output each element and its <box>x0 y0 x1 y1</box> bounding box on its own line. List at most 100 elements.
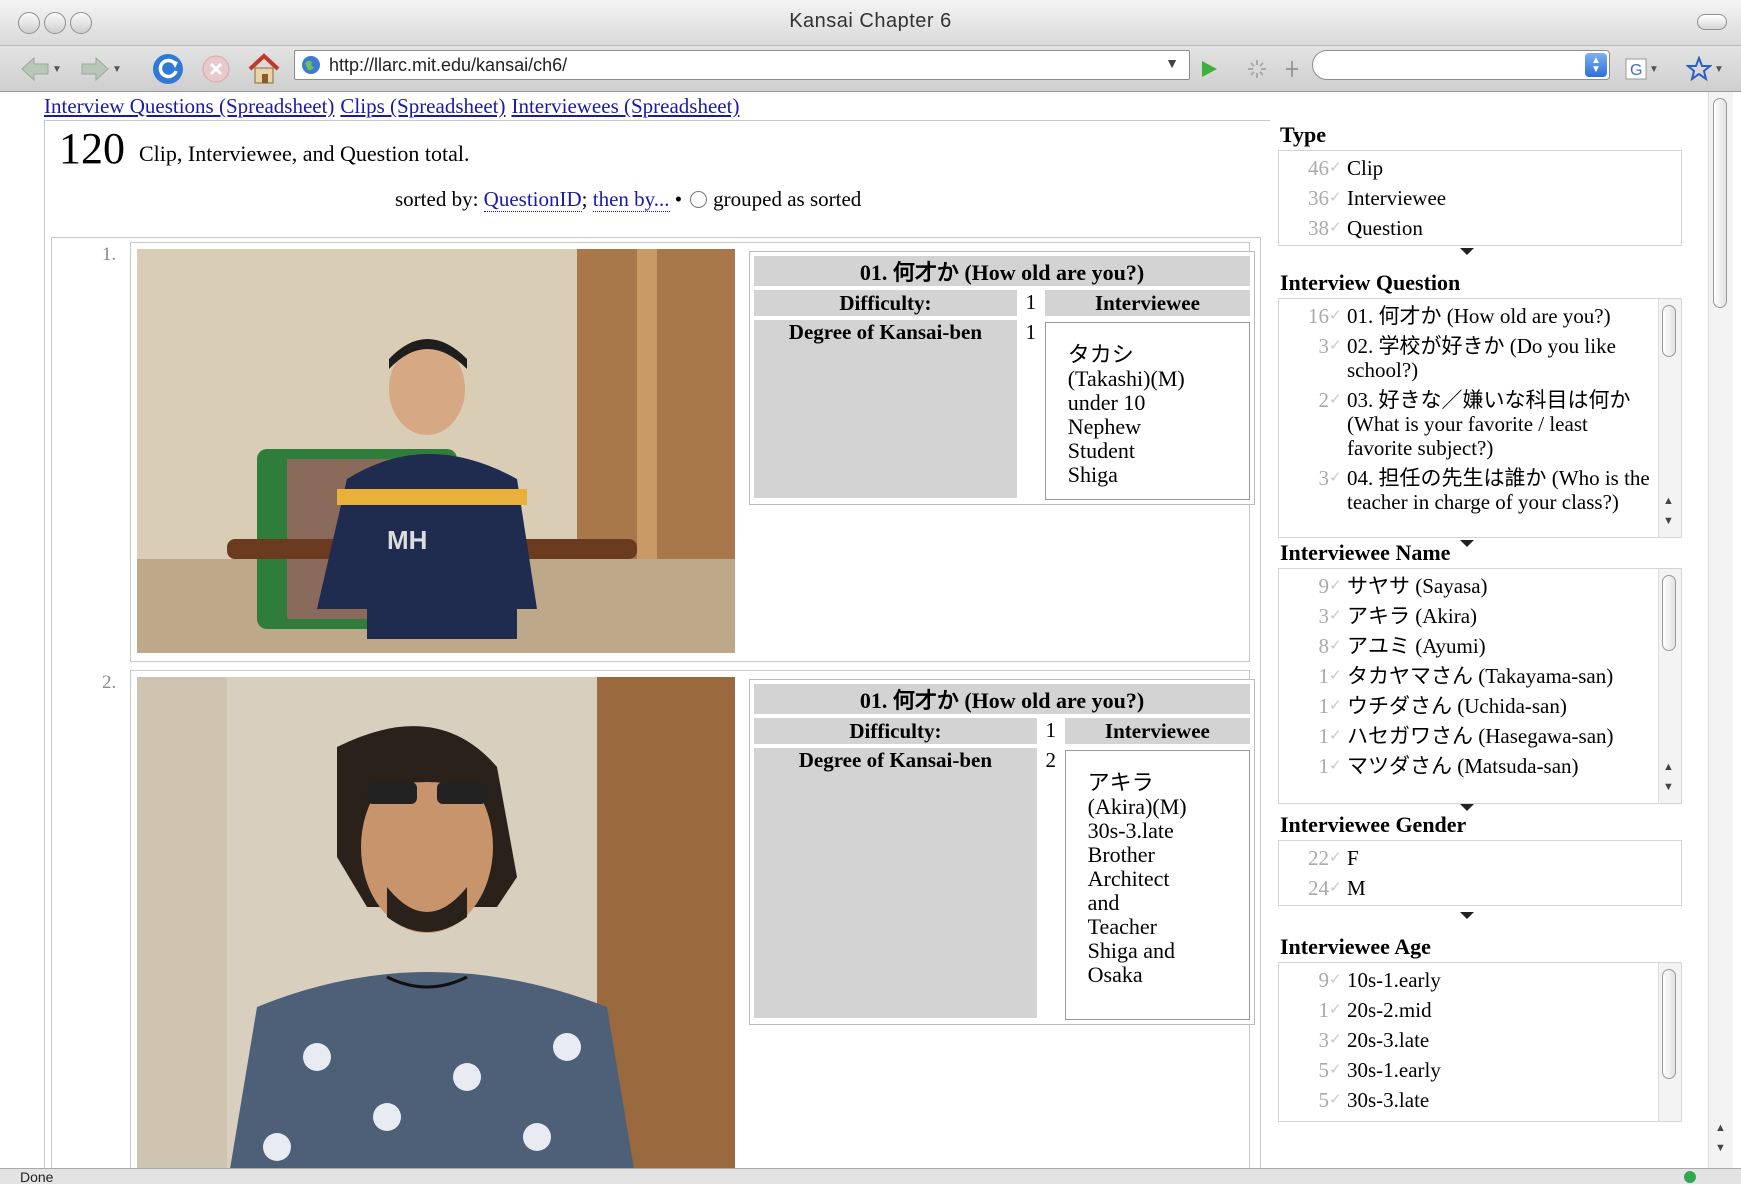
scroll-up-icon[interactable]: ▲ <box>1663 495 1674 507</box>
bookmark-button[interactable]: ▼ <box>1680 52 1730 86</box>
facet-value-interviewee[interactable]: 36 ✓ Interviewee <box>1279 183 1681 213</box>
clip-info-table: 01. 何才か (How old are you?) Difficulty: 1… <box>749 251 1255 505</box>
facet-resize-caret-icon[interactable] <box>1460 912 1474 919</box>
facet-label: 30s-1.early <box>1347 1058 1441 1082</box>
facet-scrollbar[interactable]: ▲ ▼ <box>1658 299 1681 537</box>
facet-label: サヤサ (Sayasa) <box>1347 574 1488 598</box>
facet-count: 1 <box>1318 664 1330 688</box>
interviewee-details[interactable]: アキラ (Akira)(M) 30s-3.late Brother Archit… <box>1064 750 1250 1020</box>
facet-label: 04. 担任の先生は誰か (Who is the teacher in char… <box>1347 466 1650 514</box>
home-button[interactable] <box>246 52 282 86</box>
reload-button[interactable] <box>150 52 186 86</box>
facet-resize-caret-icon[interactable] <box>1460 248 1474 255</box>
facet-label: ハセガワさん (Hasegawa-san) <box>1347 724 1614 748</box>
go-button[interactable] <box>1196 52 1222 86</box>
interview-questions-link[interactable]: Interview Questions (Spreadsheet) <box>44 94 334 118</box>
scroll-up-icon[interactable]: ▲ <box>1663 761 1674 773</box>
forward-button[interactable]: ▼ <box>76 52 126 86</box>
clips-link[interactable]: Clips (Spreadsheet) <box>340 94 505 118</box>
scroll-thumb[interactable] <box>1662 969 1676 1079</box>
facet-count: 1 <box>1318 694 1330 718</box>
interviewee-header: Interviewee <box>1064 718 1250 744</box>
check-icon: ✓ <box>1329 392 1342 408</box>
facet-value[interactable]: 5 ✓ 30s-3.late <box>1279 1085 1681 1115</box>
facet-value-question[interactable]: 38 ✓ Question <box>1279 213 1681 243</box>
facet-scrollbar[interactable] <box>1658 963 1681 1121</box>
facet-value-male[interactable]: 24 ✓ M <box>1279 873 1681 903</box>
facet-value[interactable]: 1 ✓ タカヤマさん (Takayama-san) <box>1279 661 1681 691</box>
interviewee-line: Osaka <box>1087 962 1143 987</box>
search-engine-stepper-icon[interactable]: ▲ ▼ <box>1585 53 1607 77</box>
item-number: 2. <box>102 672 117 693</box>
window-titlebar: Kansai Chapter 6 <box>0 0 1741 46</box>
difficulty-label: Difficulty: <box>754 290 1017 316</box>
facet-value[interactable]: 1 ✓ ハセガワさん (Hasegawa-san) <box>1279 721 1681 751</box>
facet-scrollbar[interactable]: ▲ ▼ <box>1658 569 1681 803</box>
facet-title: Interviewee Name <box>1280 540 1451 565</box>
search-input[interactable]: ▲ ▼ <box>1312 50 1610 80</box>
facet-value[interactable]: 1 ✓ マツダさん (Matsuda-san) <box>1279 751 1681 781</box>
toolbar-toggle-icon[interactable] <box>1697 14 1727 30</box>
page-scrollbar[interactable]: ▲ ▼ <box>1708 92 1733 1168</box>
search-engine-button[interactable]: G ▼ <box>1622 52 1662 86</box>
url-text[interactable]: http://llarc.mit.edu/kansai/ch6/ <box>329 55 1165 76</box>
grouped-label: grouped as sorted <box>713 187 862 211</box>
home-icon <box>248 53 280 84</box>
check-icon: ✓ <box>1329 758 1342 774</box>
facet-value[interactable]: 1 ✓ 20s-2.mid <box>1279 995 1681 1025</box>
scroll-thumb[interactable] <box>1662 305 1676 357</box>
interviewee-line: Teacher <box>1087 914 1157 939</box>
facet-label: 30s-3.late <box>1347 1088 1430 1112</box>
check-icon: ✓ <box>1329 470 1342 486</box>
interviewees-link[interactable]: Interviewees (Spreadsheet) <box>511 94 739 118</box>
chevron-down-icon: ▼ <box>1714 63 1724 75</box>
facet-value[interactable]: 16 ✓ 01. 何才か (How old are you?) <box>1279 301 1681 331</box>
grouped-radio[interactable] <box>690 191 708 208</box>
facet-label: 10s-1.early <box>1347 968 1441 992</box>
facet-value[interactable]: 3 ✓ 04. 担任の先生は誰か (Who is the teacher in ch… <box>1279 463 1681 517</box>
kansai-ben-label: Degree of Kansai-ben <box>754 320 1017 498</box>
clip-thumbnail[interactable]: MH <box>137 249 735 653</box>
facet-label: 03. 好きな／嫌いな科目は何か (What is your favorite … <box>1347 388 1631 460</box>
interviewee-line: (Akira)(M) <box>1087 794 1187 819</box>
scroll-thumb[interactable] <box>1662 575 1676 651</box>
scroll-thumb[interactable] <box>1713 98 1727 308</box>
globe-icon <box>302 56 320 74</box>
url-history-dropdown-icon[interactable]: ▼ <box>1165 57 1179 73</box>
resize-handle-icon[interactable] <box>1280 52 1304 86</box>
facet-value-clip[interactable]: 46 ✓ Clip <box>1279 153 1681 183</box>
clip-card: 01. 何才か (How old are you?) Difficulty: 1… <box>130 670 1255 1168</box>
facet-value[interactable]: 3 ✓ 02. 学校が好きか (Do you like school?) <box>1279 331 1681 385</box>
difficulty-label: Difficulty: <box>754 718 1037 744</box>
address-bar[interactable]: http://llarc.mit.edu/kansai/ch6/ ▼ <box>294 50 1190 80</box>
clip-thumbnail[interactable] <box>137 677 735 1168</box>
facet-interviewee-age: Interviewee Age 9 ✓ 10s-1.early 1 ✓ 20s-2.mi… <box>1266 932 1684 1122</box>
back-button[interactable]: ▼ <box>16 52 66 86</box>
chevron-down-icon: ▼ <box>1649 63 1659 75</box>
kansai-ben-value: 2 <box>1045 748 1056 772</box>
stop-button[interactable] <box>198 52 234 86</box>
facet-value-female[interactable]: 22 ✓ F <box>1279 843 1681 873</box>
facet-value[interactable]: 3 ✓ アキラ (Akira) <box>1279 601 1681 631</box>
scroll-down-icon[interactable]: ▼ <box>1715 1142 1726 1154</box>
facet-value[interactable]: 2 ✓ 03. 好きな／嫌いな科目は何か (What is your favorit… <box>1279 385 1681 463</box>
scroll-down-icon[interactable]: ▼ <box>1663 781 1674 793</box>
facet-value[interactable]: 5 ✓ 30s-1.early <box>1279 1055 1681 1085</box>
facet-count: 3 <box>1318 466 1330 490</box>
back-arrow-icon <box>21 56 49 82</box>
facet-value[interactable]: 3 ✓ 20s-3.late <box>1279 1025 1681 1055</box>
facet-value[interactable]: 9 ✓ 10s-1.early <box>1279 965 1681 995</box>
facet-title: Interviewee Age <box>1280 934 1431 959</box>
facet-value[interactable]: 8 ✓ アユミ (Ayumi) <box>1279 631 1681 661</box>
scroll-up-icon[interactable]: ▲ <box>1715 1122 1726 1134</box>
facet-value[interactable]: 9 ✓ サヤサ (Sayasa) <box>1279 571 1681 601</box>
facet-count: 2 <box>1318 388 1330 412</box>
facet-value[interactable]: 1 ✓ ウチダさん (Uchida-san) <box>1279 691 1681 721</box>
interviewee-details[interactable]: タカシ (Takashi)(M) under 10 Nephew Student… <box>1044 322 1250 500</box>
sort-field-link[interactable]: QuestionID <box>483 187 582 212</box>
scroll-down-icon[interactable]: ▼ <box>1663 515 1674 527</box>
then-by-link[interactable]: then by... <box>592 187 670 212</box>
interviewee-line: 30s-3.late <box>1087 818 1174 843</box>
facet-label: 20s-2.mid <box>1347 998 1432 1022</box>
interviewee-line: under 10 <box>1067 390 1146 415</box>
